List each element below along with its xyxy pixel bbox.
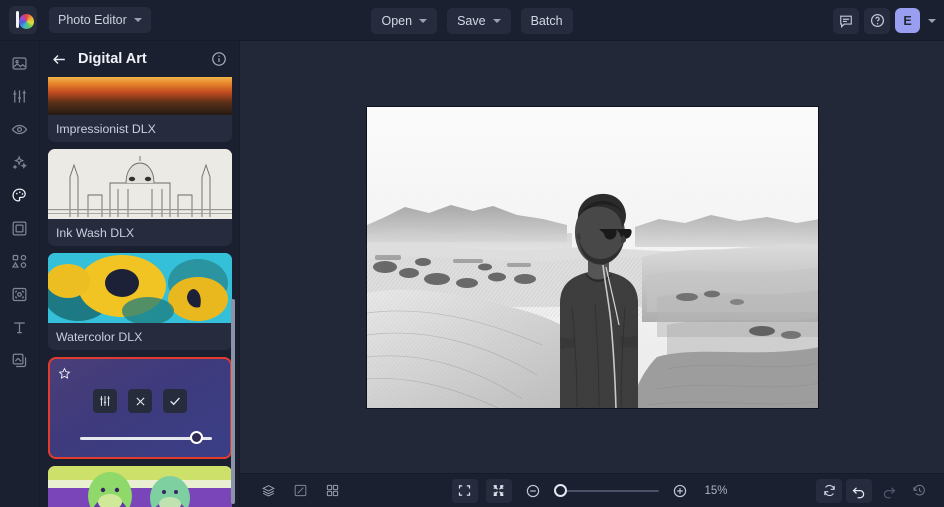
question-circle-icon[interactable] <box>864 7 890 34</box>
preset-card-active[interactable] <box>48 357 232 459</box>
preset-thumbnail <box>48 253 232 323</box>
workspace-switcher[interactable]: Photo Editor <box>49 7 151 33</box>
avatar-initial: E <box>903 13 912 28</box>
undo-arrow-icon[interactable] <box>846 478 872 503</box>
canvas-area[interactable] <box>240 41 944 473</box>
top-toolbar: Photo Editor Open Save Batch E <box>0 0 944 41</box>
preset-list[interactable]: Impressionist DLX Ink Wash DLX Watercolo… <box>40 77 240 507</box>
canvas-image[interactable] <box>365 105 819 409</box>
sidebar-item-effects[interactable] <box>5 150 35 174</box>
list-item[interactable]: Ink Wash DLX <box>48 149 232 246</box>
cancel-button[interactable] <box>128 389 152 413</box>
avatar[interactable]: E <box>895 8 920 33</box>
reset-refresh-icon[interactable] <box>816 478 842 503</box>
preset-thumbnail <box>48 466 232 507</box>
slider-track <box>553 489 659 492</box>
slider-knob[interactable] <box>189 431 203 444</box>
sidebar-item-retouch[interactable] <box>5 117 35 141</box>
sidebar-item-text[interactable] <box>5 315 35 339</box>
sidebar-item-overlays[interactable] <box>5 249 35 273</box>
preset-thumbnail <box>48 77 232 115</box>
bottom-left-tools <box>255 479 345 503</box>
preset-settings-button[interactable] <box>93 389 117 413</box>
preset-thumbnail <box>48 149 232 219</box>
tool-rail <box>0 41 40 507</box>
open-label: Open <box>381 13 413 28</box>
chevron-down-icon <box>419 18 428 23</box>
history-clock-icon[interactable] <box>906 479 932 503</box>
sidebar-item-layers[interactable] <box>5 348 35 372</box>
workspace-label: Photo Editor <box>58 13 127 27</box>
zoom-level-value: 15% <box>704 484 728 497</box>
info-circle-icon[interactable] <box>209 49 229 69</box>
chevron-down-icon <box>492 18 501 23</box>
arrow-left-icon[interactable] <box>48 48 70 70</box>
open-button[interactable]: Open <box>371 7 438 34</box>
compare-split-icon[interactable] <box>287 479 313 503</box>
zoom-slider[interactable] <box>553 483 659 498</box>
sidebar-item-adjust[interactable] <box>5 84 35 108</box>
digital-art-panel: Digital Art Impressionist DLX Ink Wash D… <box>40 41 240 507</box>
logo-color-wheel <box>19 14 34 29</box>
preset-label: Watercolor DLX <box>56 329 143 344</box>
chevron-down-icon <box>133 18 142 22</box>
sidebar-item-crop[interactable] <box>5 282 35 306</box>
panel-header: Digital Art <box>40 41 239 77</box>
list-item[interactable]: Impressionist DLX <box>48 77 232 142</box>
fit-to-screen-icon[interactable] <box>451 478 478 503</box>
bottom-right-tools <box>816 478 932 503</box>
apply-button[interactable] <box>163 389 187 413</box>
preset-scroller: Impressionist DLX Ink Wash DLX Watercolo… <box>48 77 232 507</box>
shrink-to-fit-icon[interactable] <box>485 478 512 503</box>
chat-bubble-icon[interactable] <box>833 7 859 34</box>
preset-label: Impressionist DLX <box>56 121 156 136</box>
zoom-out-icon[interactable] <box>520 479 546 503</box>
redo-arrow-icon[interactable] <box>876 479 902 503</box>
grid-view-icon[interactable] <box>319 479 345 503</box>
batch-label: Batch <box>530 13 563 28</box>
preset-label: Ink Wash DLX <box>56 225 135 240</box>
sidebar-item-image[interactable] <box>5 51 35 75</box>
chevron-down-icon[interactable] <box>928 18 936 23</box>
save-label: Save <box>457 13 486 28</box>
save-button[interactable]: Save <box>447 7 511 34</box>
list-item[interactable]: Pop Art DLX <box>48 466 232 507</box>
star-icon[interactable] <box>58 367 71 385</box>
layers-stack-icon[interactable] <box>255 479 281 503</box>
batch-button[interactable]: Batch <box>520 7 573 34</box>
bottom-toolbar: 15% <box>240 473 944 507</box>
panel-scrollbar[interactable] <box>231 299 235 504</box>
app-logo[interactable] <box>9 6 37 34</box>
list-item[interactable]: Watercolor DLX <box>48 253 232 350</box>
page-title: Digital Art <box>78 51 147 67</box>
zoom-in-icon[interactable] <box>667 479 693 503</box>
sidebar-item-digital-art[interactable] <box>5 183 35 207</box>
preset-actions <box>50 389 230 413</box>
strength-slider[interactable] <box>80 431 212 445</box>
top-right-actions: E <box>833 0 936 41</box>
slider-knob[interactable] <box>553 483 567 497</box>
sidebar-item-frames[interactable] <box>5 216 35 240</box>
